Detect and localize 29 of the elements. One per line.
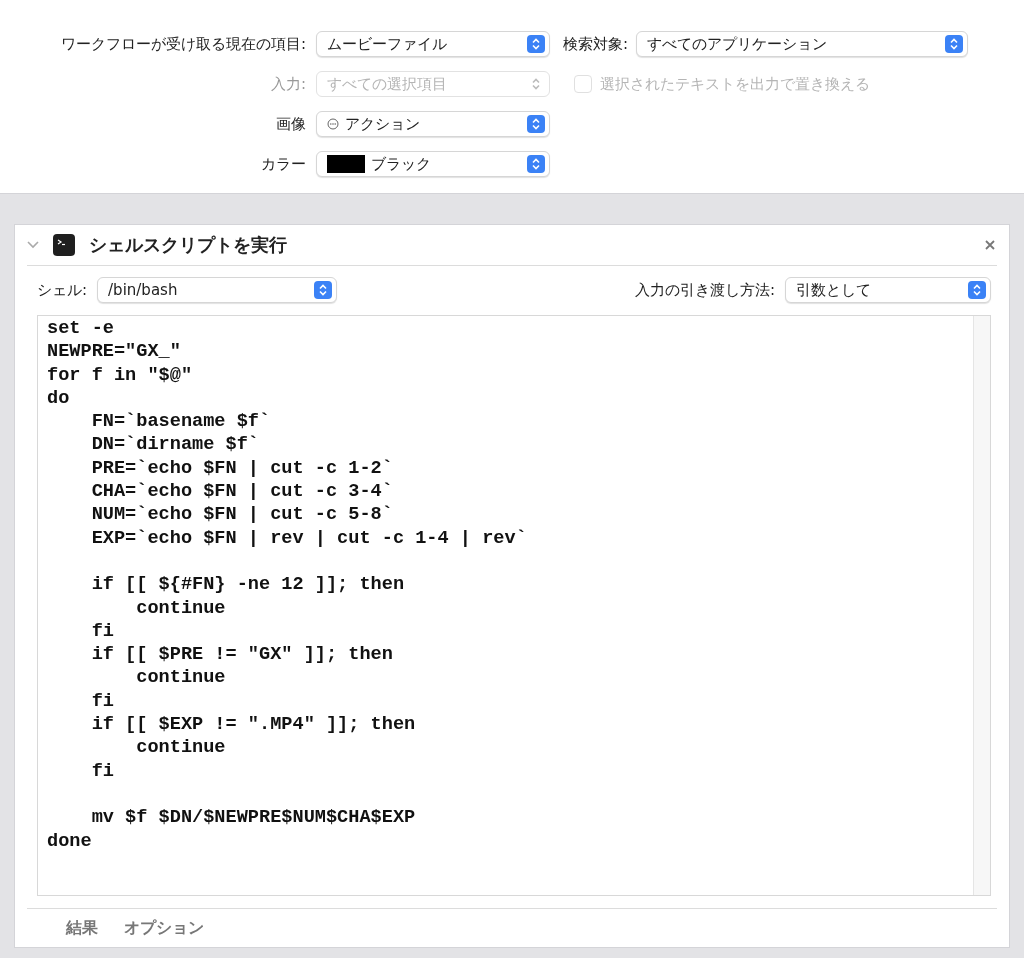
footer-tab[interactable]: 結果 xyxy=(66,917,98,939)
popup-menu[interactable]: ムービーファイル xyxy=(316,31,550,57)
checkbox-label: 選択されたテキストを出力で置き換える xyxy=(600,74,870,94)
ellipsis-circle-icon xyxy=(327,118,339,130)
terminal-icon xyxy=(53,233,75,256)
popup-menu[interactable]: ブラック xyxy=(316,151,550,177)
option-label: 入力: xyxy=(269,74,307,94)
stepper-icon xyxy=(945,35,964,53)
stepper-icon xyxy=(527,155,545,173)
shell-label: シェル: xyxy=(37,280,88,300)
close-icon[interactable] xyxy=(985,239,995,250)
script-editor[interactable] xyxy=(37,315,991,897)
stepper-icon xyxy=(527,35,545,53)
option-label: カラー xyxy=(260,154,307,174)
popup-menu[interactable]: アクション xyxy=(316,111,550,137)
stepper-icon xyxy=(527,115,545,133)
chevron-icon[interactable] xyxy=(27,240,39,249)
stepper-icon xyxy=(314,281,333,300)
option-label: 画像 xyxy=(275,114,307,134)
script-code: set -e NEWPRE="GX_" for f in "$@" do FN=`basename $f` DN=`dirname $f` PRE=`echo $FN | cut -c 1-2` CHA=`echo $FN | cut -c 3-4` NUM=`echo $FN | cut -c 5-8` EXP=`echo $FN | rev | cut -c 1-4 | rev` if [[ ${#FN} -ne 12 ]]; then continue fi if [[ $PRE != "GX" ]]; then continue fi if [[ $EXP != ".MP4" ]]; then continue fi mv $f $DN/$NEWPRE$NUM$CHA$EXP done xyxy=(46,317,528,854)
popup-menu[interactable]: すべてのアプリケーション xyxy=(636,31,969,57)
option-label: 検索対象: xyxy=(563,34,629,54)
footer-tab[interactable]: オプション xyxy=(124,917,204,939)
pass-input-popup[interactable]: 引数として xyxy=(785,277,991,304)
action-title: シェルスクリプトを実行 xyxy=(89,232,288,257)
pass-input-label: 入力の引き渡し方法: xyxy=(634,280,775,300)
stepper-icon xyxy=(968,281,986,300)
shell-popup[interactable]: /bin/bash xyxy=(97,277,338,304)
option-label: ワークフローが受け取る現在の項目: xyxy=(59,34,307,54)
